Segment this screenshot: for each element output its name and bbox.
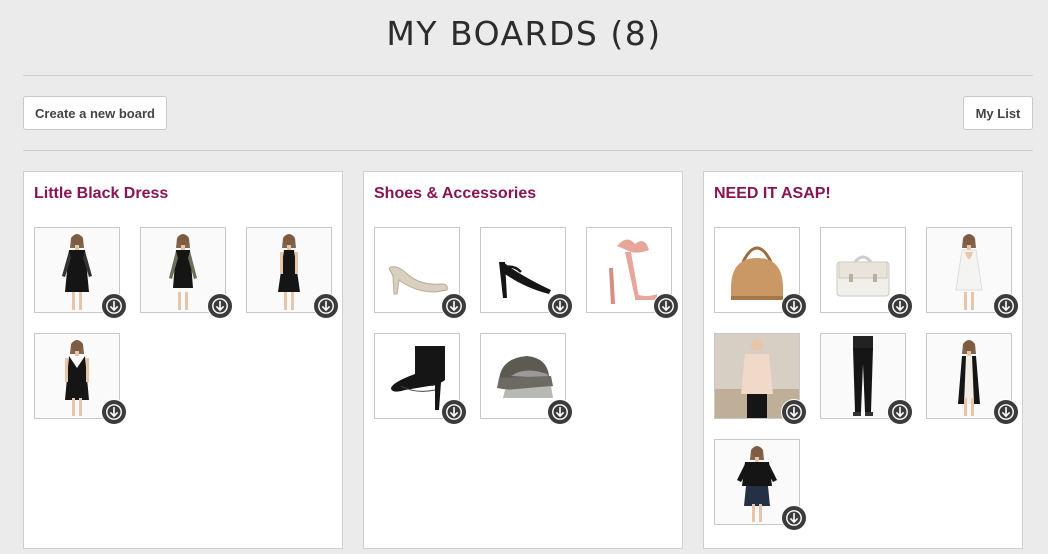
create-board-button[interactable]: Create a new board [23, 96, 167, 130]
board-item-thumbnail[interactable] [926, 333, 1019, 425]
download-icon[interactable] [887, 293, 913, 319]
download-icon[interactable] [781, 293, 807, 319]
board-item-thumbnail[interactable] [374, 227, 467, 319]
divider-middle [23, 150, 1033, 151]
board-items [714, 227, 1019, 531]
download-icon[interactable] [547, 399, 573, 425]
board-title[interactable]: Little Black Dress [34, 185, 168, 203]
page-title: MY BOARDS (8) [386, 14, 662, 53]
download-icon[interactable] [993, 399, 1019, 425]
download-icon[interactable] [101, 399, 127, 425]
board-item-thumbnail[interactable] [820, 227, 913, 319]
board-item-thumbnail[interactable] [480, 333, 573, 425]
board-items [374, 227, 679, 425]
download-icon[interactable] [547, 293, 573, 319]
board-item-thumbnail[interactable] [714, 333, 807, 425]
download-icon[interactable] [993, 293, 1019, 319]
download-icon[interactable] [207, 293, 233, 319]
board-item-thumbnail[interactable] [926, 227, 1019, 319]
board-need-it-asap[interactable]: NEED IT ASAP! [703, 171, 1023, 549]
board-item-thumbnail[interactable] [34, 227, 127, 319]
download-icon[interactable] [781, 505, 807, 531]
download-icon[interactable] [101, 293, 127, 319]
board-item-thumbnail[interactable] [714, 439, 807, 531]
board-item-thumbnail[interactable] [246, 227, 339, 319]
download-icon[interactable] [887, 399, 913, 425]
board-shoes-accessories[interactable]: Shoes & Accessories [363, 171, 683, 549]
board-title[interactable]: NEED IT ASAP! [714, 185, 831, 203]
download-icon[interactable] [441, 293, 467, 319]
board-item-thumbnail[interactable] [140, 227, 233, 319]
board-items [34, 227, 339, 425]
board-item-thumbnail[interactable] [34, 333, 127, 425]
board-item-thumbnail[interactable] [714, 227, 807, 319]
board-item-thumbnail[interactable] [820, 333, 913, 425]
my-list-button[interactable]: My List [963, 96, 1033, 130]
board-item-thumbnail[interactable] [586, 227, 679, 319]
download-icon[interactable] [441, 399, 467, 425]
divider-top [23, 75, 1033, 76]
board-item-thumbnail[interactable] [480, 227, 573, 319]
download-icon[interactable] [313, 293, 339, 319]
board-little-black-dress[interactable]: Little Black Dress [23, 171, 343, 549]
board-item-thumbnail[interactable] [374, 333, 467, 425]
download-icon[interactable] [653, 293, 679, 319]
board-title[interactable]: Shoes & Accessories [374, 185, 536, 203]
download-icon[interactable] [781, 399, 807, 425]
